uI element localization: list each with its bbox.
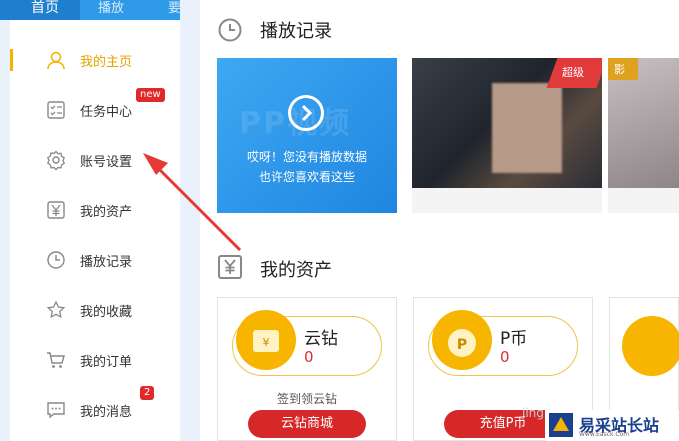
sidebar-item-label: 任务中心 (80, 105, 133, 120)
asset-name: 云钻 (304, 329, 338, 349)
yen-icon (218, 255, 242, 279)
video-caption-area (412, 188, 602, 213)
user-icon (47, 51, 65, 70)
asset-name: P币 (500, 329, 528, 349)
sidebar-item-label: 账号设置 (80, 155, 133, 170)
ticket-icon (622, 316, 679, 376)
sidebar-item-label: 我的消息 (80, 405, 133, 420)
sidebar-item-tasks[interactable]: 任务中心 new (10, 88, 180, 130)
asset-value: 0 (500, 348, 510, 366)
svg-text:P: P (457, 337, 467, 353)
watermark-text: jing (522, 406, 544, 420)
recommended-video-2[interactable]: 影 (608, 58, 679, 213)
logo-mark-icon (549, 413, 573, 437)
active-indicator (10, 49, 13, 71)
nav-home-label: 首页 (31, 0, 59, 16)
cart-icon (47, 352, 65, 368)
video-tag: 超级 (562, 66, 584, 79)
sidebar-item-favorites[interactable]: 我的收藏 (10, 290, 180, 330)
new-badge: new (136, 88, 165, 102)
recommended-video-1[interactable]: 超级 (412, 58, 602, 213)
sidebar-item-assets[interactable]: 我的资产 (10, 190, 180, 230)
sidebar-item-account-settings[interactable]: 账号设置 (10, 140, 180, 180)
play-arrow-icon[interactable] (288, 95, 324, 131)
svg-text:¥: ¥ (263, 336, 270, 349)
checklist-icon (47, 101, 65, 119)
sidebar-item-label: 我的收藏 (80, 305, 133, 320)
star-icon (46, 300, 66, 319)
section-title-assets: 我的资产 (260, 260, 332, 281)
sidebar-item-label: 我的资产 (80, 205, 133, 220)
yunzuan-mall-button[interactable]: 云钻商城 (248, 410, 366, 438)
main-content: 播放记录 PP视频 哎呀！您没有播放数据 也许您喜欢看这些 超级 影 我的资产 … (200, 0, 679, 441)
empty-suggestion: 也许您喜欢看这些 (258, 170, 355, 184)
checkin-hint[interactable]: 签到领云钻 (218, 390, 396, 407)
diamond-coin-icon: ¥ (236, 310, 296, 370)
unread-count-badge: 2 (140, 386, 155, 400)
sidebar-item-label: 播放记录 (80, 255, 133, 270)
message-icon (47, 402, 65, 419)
content-gutter (180, 0, 200, 441)
logo-subtext: Www.Easck.Com (579, 431, 630, 438)
empty-message: 哎呀！您没有播放数据 (246, 150, 367, 164)
clock-icon (218, 18, 242, 42)
sidebar-item-messages[interactable]: 我的消息 2 (10, 386, 180, 430)
sidebar: 我的主页 任务中心 new 账号设置 我的资产 播放记录 我的收藏 我的订单 我… (10, 20, 180, 441)
section-title-history: 播放记录 (260, 21, 332, 42)
gear-icon (46, 150, 66, 170)
nav-item-play[interactable]: 播放 (98, 0, 124, 16)
pixelated-face (492, 83, 562, 173)
asset-value: 0 (304, 348, 314, 366)
sidebar-item-orders[interactable]: 我的订单 (10, 340, 180, 380)
clock-icon (47, 251, 65, 269)
nav-home-tab[interactable]: 首页 (0, 0, 80, 20)
yen-icon (47, 201, 65, 219)
sidebar-item-home[interactable]: 我的主页 (10, 40, 180, 80)
coin-bag-icon: P (432, 310, 492, 370)
video-caption-area (608, 188, 679, 213)
site-logo: 易采站长站 Www.Easck.Com (545, 410, 679, 441)
sidebar-item-label: 我的主页 (80, 55, 133, 70)
video-tag: 影 (614, 63, 625, 76)
sidebar-item-history[interactable]: 播放记录 (10, 240, 180, 280)
sidebar-item-label: 我的订单 (80, 355, 133, 370)
asset-card-yunzuan: ¥ 云钻 0 签到领云钻 云钻商城 (217, 297, 397, 441)
empty-history-card[interactable]: PP视频 哎呀！您没有播放数据 也许您喜欢看这些 (217, 58, 397, 213)
